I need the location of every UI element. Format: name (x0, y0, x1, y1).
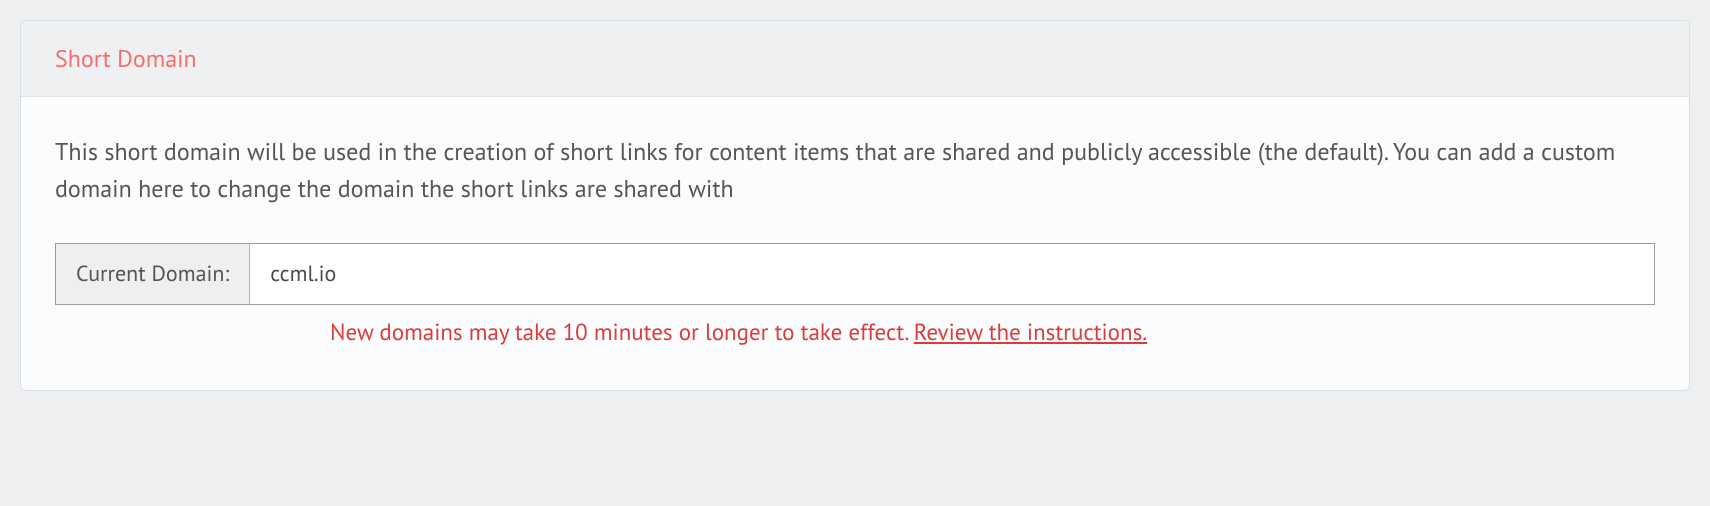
domain-input[interactable] (250, 244, 1654, 304)
review-instructions-link[interactable]: Review the instructions. (914, 318, 1147, 347)
helper-text-content: New domains may take 10 minutes or longe… (330, 318, 914, 347)
domain-input-label: Current Domain: (56, 244, 250, 304)
short-domain-panel: Short Domain This short domain will be u… (20, 20, 1690, 391)
domain-input-group: Current Domain: (55, 243, 1655, 305)
helper-text: New domains may take 10 minutes or longe… (330, 317, 1147, 349)
panel-body: This short domain will be used in the cr… (21, 97, 1689, 390)
panel-header: Short Domain (21, 21, 1689, 97)
helper-row: New domains may take 10 minutes or longe… (55, 317, 1655, 349)
panel-description: This short domain will be used in the cr… (55, 133, 1655, 207)
panel-title: Short Domain (55, 43, 1655, 74)
helper-spacer (55, 317, 330, 349)
